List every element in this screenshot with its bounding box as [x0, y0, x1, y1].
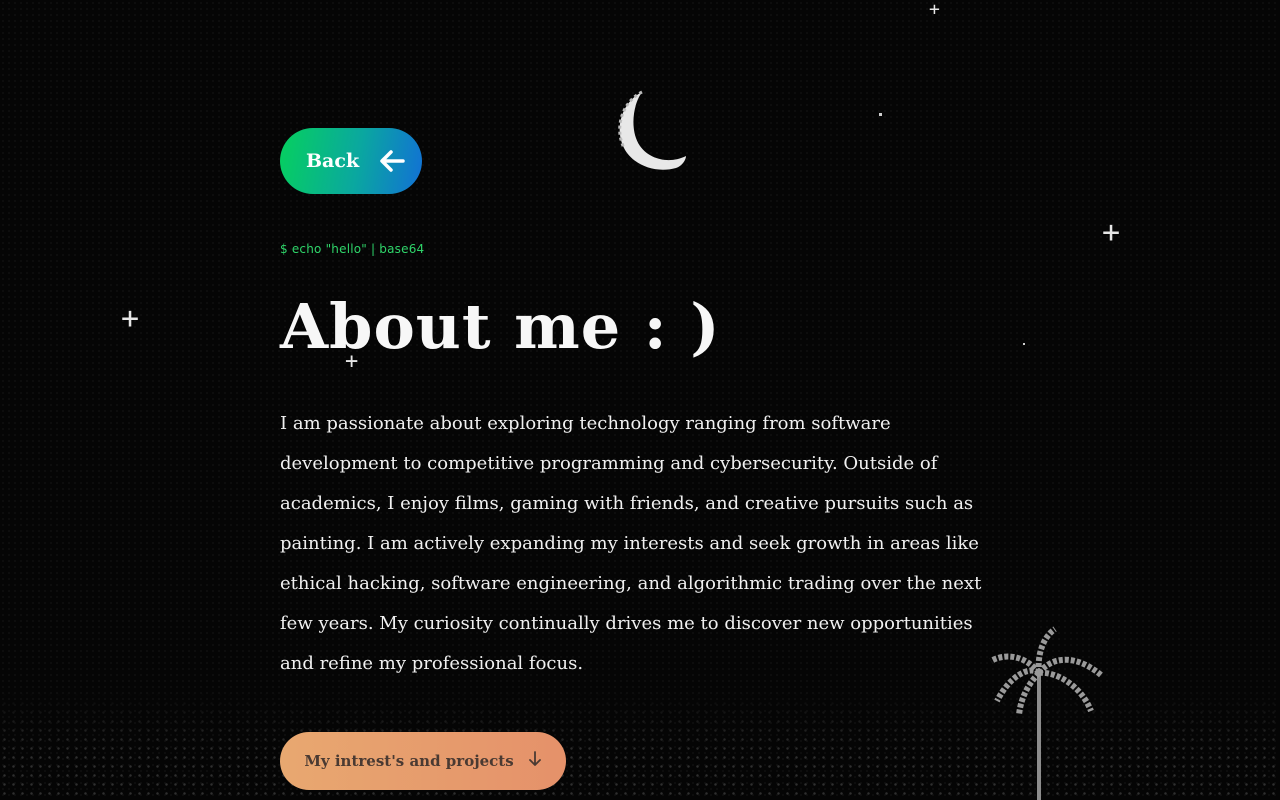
back-button[interactable]: Back — [280, 128, 422, 194]
terminal-command-line: $ echo "hello" | base64 — [280, 242, 425, 256]
star-dot-icon — [879, 113, 882, 116]
page-title: About me : ) — [280, 290, 721, 363]
star-icon: + — [121, 301, 140, 336]
star-dot-icon — [1023, 343, 1025, 345]
about-paragraph: I am passionate about exploring technolo… — [280, 413, 982, 674]
arrow-down-icon — [528, 751, 542, 771]
interests-projects-label: My intrest's and projects — [304, 752, 514, 770]
crescent-moon-icon — [618, 90, 686, 170]
star-icon: + — [1102, 215, 1121, 250]
interests-projects-button[interactable]: My intrest's and projects — [280, 732, 566, 790]
arrow-left-icon — [379, 150, 405, 172]
star-icon: + — [929, 0, 940, 20]
back-button-label: Back — [306, 150, 360, 172]
